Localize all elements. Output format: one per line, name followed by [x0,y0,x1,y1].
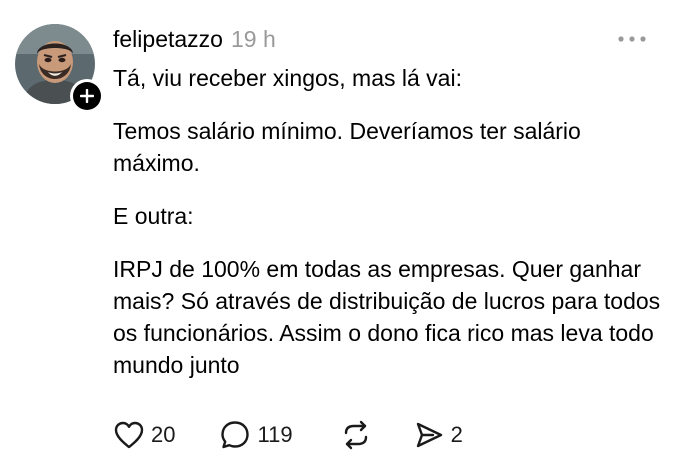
timestamp[interactable]: 19 h [231,24,276,54]
heart-icon [114,421,144,449]
post-header: felipetazzo 19 h [113,24,276,54]
share-button[interactable]: 2 [413,420,463,450]
post-paragraph: Tá, viu receber xingos, mas lá vai: [113,65,462,91]
username[interactable]: felipetazzo [113,24,223,54]
reply-count: 119 [257,422,293,447]
repost-icon [344,420,367,450]
follow-button-circle [73,82,101,110]
like-button[interactable]: 20 [113,420,175,450]
send-icon [416,422,442,448]
speech-bubble-icon [221,421,250,449]
reply-button[interactable]: 119 [219,419,293,451]
more-options-button[interactable] [612,26,652,52]
like-count: 20 [151,422,176,447]
action-bar: 20 119 2 [113,416,463,454]
post-paragraph: IRPJ de 100% em todas as empresas. Quer … [113,256,661,378]
ellipsis-icon [618,36,646,42]
plus-icon [80,89,94,103]
post-paragraph: Temos salário mínimo. Deveríamos ter sal… [113,118,581,176]
follow-button[interactable] [70,79,104,113]
post-body: Tá, viu receber xingos, mas lá vai: Temo… [113,62,673,402]
share-count: 2 [450,422,463,447]
avatar-container [15,24,104,113]
post-paragraph: E outra: [113,203,194,229]
repost-button[interactable] [339,419,379,451]
